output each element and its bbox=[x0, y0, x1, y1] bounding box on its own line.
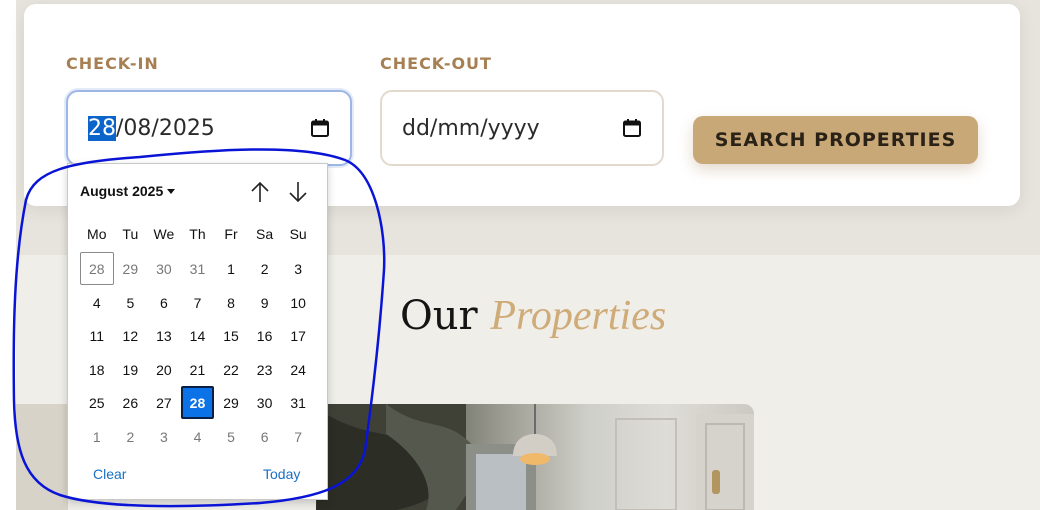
calendar-day[interactable]: 11 bbox=[80, 319, 114, 352]
checkin-date-value[interactable]: 28/08/2025 bbox=[88, 115, 310, 141]
checkin-date-input[interactable]: 28/08/2025 bbox=[66, 90, 352, 166]
checkout-date-input[interactable]: dd/mm/yyyy bbox=[380, 90, 664, 166]
calendar-day[interactable]: 2 bbox=[248, 252, 282, 285]
calendar-icon[interactable] bbox=[310, 118, 330, 138]
month-year-label[interactable]: August 2025 bbox=[80, 183, 163, 199]
calendar-day[interactable]: 20 bbox=[147, 353, 181, 386]
section-title-accent: Properties bbox=[490, 293, 667, 339]
calendar-week-row: 28 29 30 31 1 2 3 bbox=[80, 252, 315, 285]
calendar-day[interactable]: 8 bbox=[214, 286, 248, 319]
calendar-day[interactable]: 4 bbox=[181, 420, 215, 453]
weekday-label: Su bbox=[289, 226, 307, 242]
calendar-day[interactable]: 24 bbox=[281, 353, 315, 386]
weekday-label: Tu bbox=[122, 226, 139, 242]
month-year-dropdown[interactable]: August 2025 bbox=[80, 183, 176, 199]
calendar-day[interactable]: 31 bbox=[281, 386, 315, 419]
checkin-label: CHECK-IN bbox=[66, 54, 159, 73]
weekday-header-row: Mo Tu We Th Fr Sa Su bbox=[80, 226, 315, 246]
next-month-button[interactable] bbox=[286, 180, 310, 204]
calendar-day[interactable]: 9 bbox=[248, 286, 282, 319]
calendar-day[interactable]: 17 bbox=[281, 319, 315, 352]
caret-down-icon[interactable] bbox=[167, 188, 176, 194]
previous-month-button[interactable] bbox=[248, 180, 272, 204]
calendar-week-row: 11 12 13 14 15 16 17 bbox=[80, 319, 315, 352]
calendar-week-row: 4 5 6 7 8 9 10 bbox=[80, 286, 315, 319]
today-button[interactable]: Today bbox=[263, 466, 300, 482]
calendar-day[interactable]: 26 bbox=[114, 386, 148, 419]
calendar-day[interactable]: 27 bbox=[147, 386, 181, 419]
calendar-day[interactable]: 12 bbox=[114, 319, 148, 352]
calendar-day[interactable]: 19 bbox=[114, 353, 148, 386]
calendar-icon[interactable] bbox=[622, 118, 642, 138]
calendar-day[interactable]: 13 bbox=[147, 319, 181, 352]
interior-photo-illustration bbox=[316, 404, 754, 510]
calendar-day[interactable]: 25 bbox=[80, 386, 114, 419]
section-title-main: Our bbox=[400, 293, 478, 339]
calendar-day[interactable]: 1 bbox=[214, 252, 248, 285]
checkin-month-year-segment[interactable]: /08/2025 bbox=[116, 116, 215, 141]
calendar-day[interactable]: 31 bbox=[181, 252, 215, 285]
clear-button[interactable]: Clear bbox=[93, 466, 126, 482]
property-image-partial bbox=[16, 404, 68, 510]
datepicker-popup: August 2025 Mo Tu We Th Fr Sa Su 28 29 3… bbox=[67, 163, 328, 500]
weekday-label: Fr bbox=[224, 226, 238, 242]
calendar-day[interactable]: 10 bbox=[281, 286, 315, 319]
arrow-down-icon[interactable] bbox=[288, 181, 308, 203]
page-left-strip bbox=[0, 0, 16, 510]
calendar-day[interactable]: 2 bbox=[114, 420, 148, 453]
calendar-day[interactable]: 29 bbox=[214, 386, 248, 419]
calendar-day[interactable]: 30 bbox=[248, 386, 282, 419]
checkout-date-placeholder[interactable]: dd/mm/yyyy bbox=[402, 116, 622, 141]
section-title: Our Properties bbox=[400, 292, 666, 340]
weekday-label: Sa bbox=[256, 226, 274, 242]
calendar-week-row: 25 26 27 28 29 30 31 bbox=[80, 386, 315, 419]
calendar-day[interactable]: 5 bbox=[214, 420, 248, 453]
calendar-day[interactable]: 22 bbox=[214, 353, 248, 386]
calendar-day[interactable]: 28 bbox=[80, 252, 114, 285]
calendar-day[interactable]: 15 bbox=[214, 319, 248, 352]
arrow-up-icon[interactable] bbox=[250, 181, 270, 203]
calendar-day[interactable]: 6 bbox=[147, 286, 181, 319]
weekday-label: Mo bbox=[87, 226, 107, 242]
calendar-day[interactable]: 7 bbox=[281, 420, 315, 453]
calendar-day[interactable]: 5 bbox=[114, 286, 148, 319]
property-image[interactable] bbox=[316, 404, 754, 510]
calendar-week-row: 18 19 20 21 22 23 24 bbox=[80, 353, 315, 386]
calendar-day[interactable]: 6 bbox=[248, 420, 282, 453]
weekday-label: We bbox=[153, 226, 175, 242]
calendar-day[interactable]: 4 bbox=[80, 286, 114, 319]
checkout-label: CHECK-OUT bbox=[380, 54, 492, 73]
datepicker-header: August 2025 bbox=[68, 164, 329, 218]
calendar-week-row: 1 2 3 4 5 6 7 bbox=[80, 420, 315, 453]
calendar-day-selected[interactable]: 28 bbox=[180, 386, 215, 419]
calendar-day[interactable]: 16 bbox=[248, 319, 282, 352]
calendar-day[interactable]: 3 bbox=[281, 252, 315, 285]
calendar-day[interactable]: 23 bbox=[248, 353, 282, 386]
search-properties-button[interactable]: SEARCH PROPERTIES bbox=[693, 116, 978, 164]
calendar-day[interactable]: 30 bbox=[147, 252, 181, 285]
calendar-day[interactable]: 7 bbox=[181, 286, 215, 319]
calendar-day[interactable]: 21 bbox=[181, 353, 215, 386]
calendar-day[interactable]: 14 bbox=[181, 319, 215, 352]
weekday-label: Th bbox=[189, 226, 206, 242]
checkin-day-segment[interactable]: 28 bbox=[88, 115, 116, 141]
calendar-day[interactable]: 3 bbox=[147, 420, 181, 453]
calendar-day[interactable]: 1 bbox=[80, 420, 114, 453]
calendar-day[interactable]: 29 bbox=[114, 252, 148, 285]
calendar-day[interactable]: 18 bbox=[80, 353, 114, 386]
